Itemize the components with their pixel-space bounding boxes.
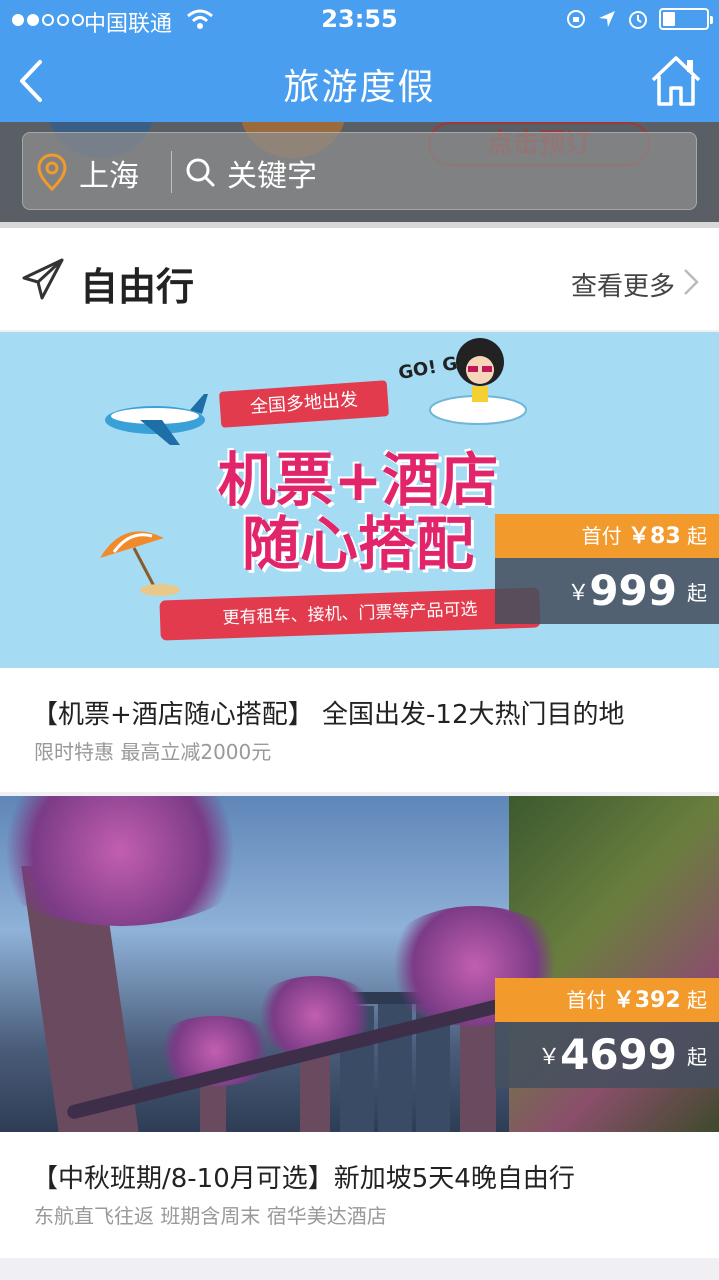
section-title: 自由行: [80, 265, 195, 309]
battery-icon: [659, 8, 713, 30]
search-bar[interactable]: 上海 关键字: [22, 132, 697, 210]
price-amount: 999: [589, 566, 677, 615]
airplane-illustration: [105, 394, 208, 445]
currency-symbol: ￥: [567, 581, 590, 606]
divider: [171, 151, 172, 193]
price: ￥4699 起: [495, 1022, 719, 1088]
section-header-free-travel: 自由行 查看更多: [0, 228, 719, 330]
product-title[interactable]: 【机票+酒店随心搭配】 全国出发-12大热门目的地: [32, 694, 625, 731]
price: ￥999 起: [495, 558, 719, 624]
chevron-right-icon[interactable]: [683, 268, 699, 296]
down-payment: 首付 ￥83 起: [495, 514, 719, 558]
alarm-icon: [629, 11, 647, 29]
page-bottom: [0, 1258, 719, 1280]
price-tag: 首付 ￥83 起 ￥999 起: [495, 514, 719, 624]
product-card[interactable]: 首付 ￥392 起 ￥4699 起 【中秋班期/8-10月可选】新加坡5天4晚自由…: [0, 796, 719, 1258]
home-icon[interactable]: [649, 54, 703, 108]
location-pin-icon: [37, 153, 67, 191]
rotation-lock-icon: [567, 10, 585, 28]
search-icon: [186, 158, 215, 187]
keyword-search-input[interactable]: 关键字: [227, 151, 317, 195]
currency-symbol: ￥: [538, 1045, 561, 1070]
price-tag: 首付 ￥392 起 ￥4699 起: [495, 978, 719, 1088]
ad-headline: 机票+酒店 随心搭配: [188, 448, 528, 576]
paper-plane-icon: [22, 258, 64, 300]
price-suffix: 起: [687, 1044, 707, 1069]
top-bar: 中国联通 23:55 旅游度假: [0, 0, 719, 122]
navigation-bar: 旅游度假: [0, 40, 719, 122]
down-payment-label: 首付: [566, 988, 607, 1012]
product-title[interactable]: 【中秋班期/8-10月可选】新加坡5天4晚自由行: [32, 1158, 575, 1195]
hotel-tower: [378, 996, 412, 1132]
ad-ribbon-text: 全国多地出发: [218, 380, 390, 428]
cartoon-girl-illustration: [429, 338, 527, 425]
product-image[interactable]: 首付 ￥392 起 ￥4699 起: [0, 796, 719, 1132]
beach-umbrella-illustration: [100, 531, 180, 596]
product-image[interactable]: 全国多地出发 GO! GO! 机票+酒店 随心搭配 更有租车、接机、门票等产品可…: [0, 332, 719, 668]
product-subtitle: 限时特惠 最高立减2000元: [34, 740, 272, 764]
product-subtitle: 东航直飞往返 班期含周末 宿华美达酒店: [34, 1204, 387, 1228]
page-title: 旅游度假: [283, 67, 436, 108]
ad-headline-line: 机票+酒店: [217, 446, 499, 514]
view-more-link[interactable]: 查看更多: [571, 266, 675, 303]
product-card[interactable]: 全国多地出发 GO! GO! 机票+酒店 随心搭配 更有租车、接机、门票等产品可…: [0, 332, 719, 792]
down-payment-suffix: 起: [687, 524, 707, 548]
location-arrow-icon: [599, 11, 615, 27]
promo-banner[interactable]: 点击预订 上海 关键字: [0, 122, 719, 222]
ad-headline-line: 随心搭配: [241, 510, 474, 578]
down-payment: 首付 ￥392 起: [495, 978, 719, 1022]
price-suffix: 起: [687, 580, 707, 605]
status-bar: 中国联通 23:55: [0, 0, 719, 40]
ad-footer-text: 更有租车、接机、门票等产品可选: [159, 587, 541, 641]
down-payment-label: 首付: [581, 524, 622, 548]
supertree-canopy: [0, 796, 260, 926]
city-selector[interactable]: 上海: [79, 151, 139, 195]
down-payment-suffix: 起: [687, 988, 707, 1012]
price-amount: 4699: [560, 1030, 677, 1079]
down-payment-amount: ￥83: [628, 524, 681, 549]
down-payment-amount: ￥392: [612, 988, 681, 1013]
